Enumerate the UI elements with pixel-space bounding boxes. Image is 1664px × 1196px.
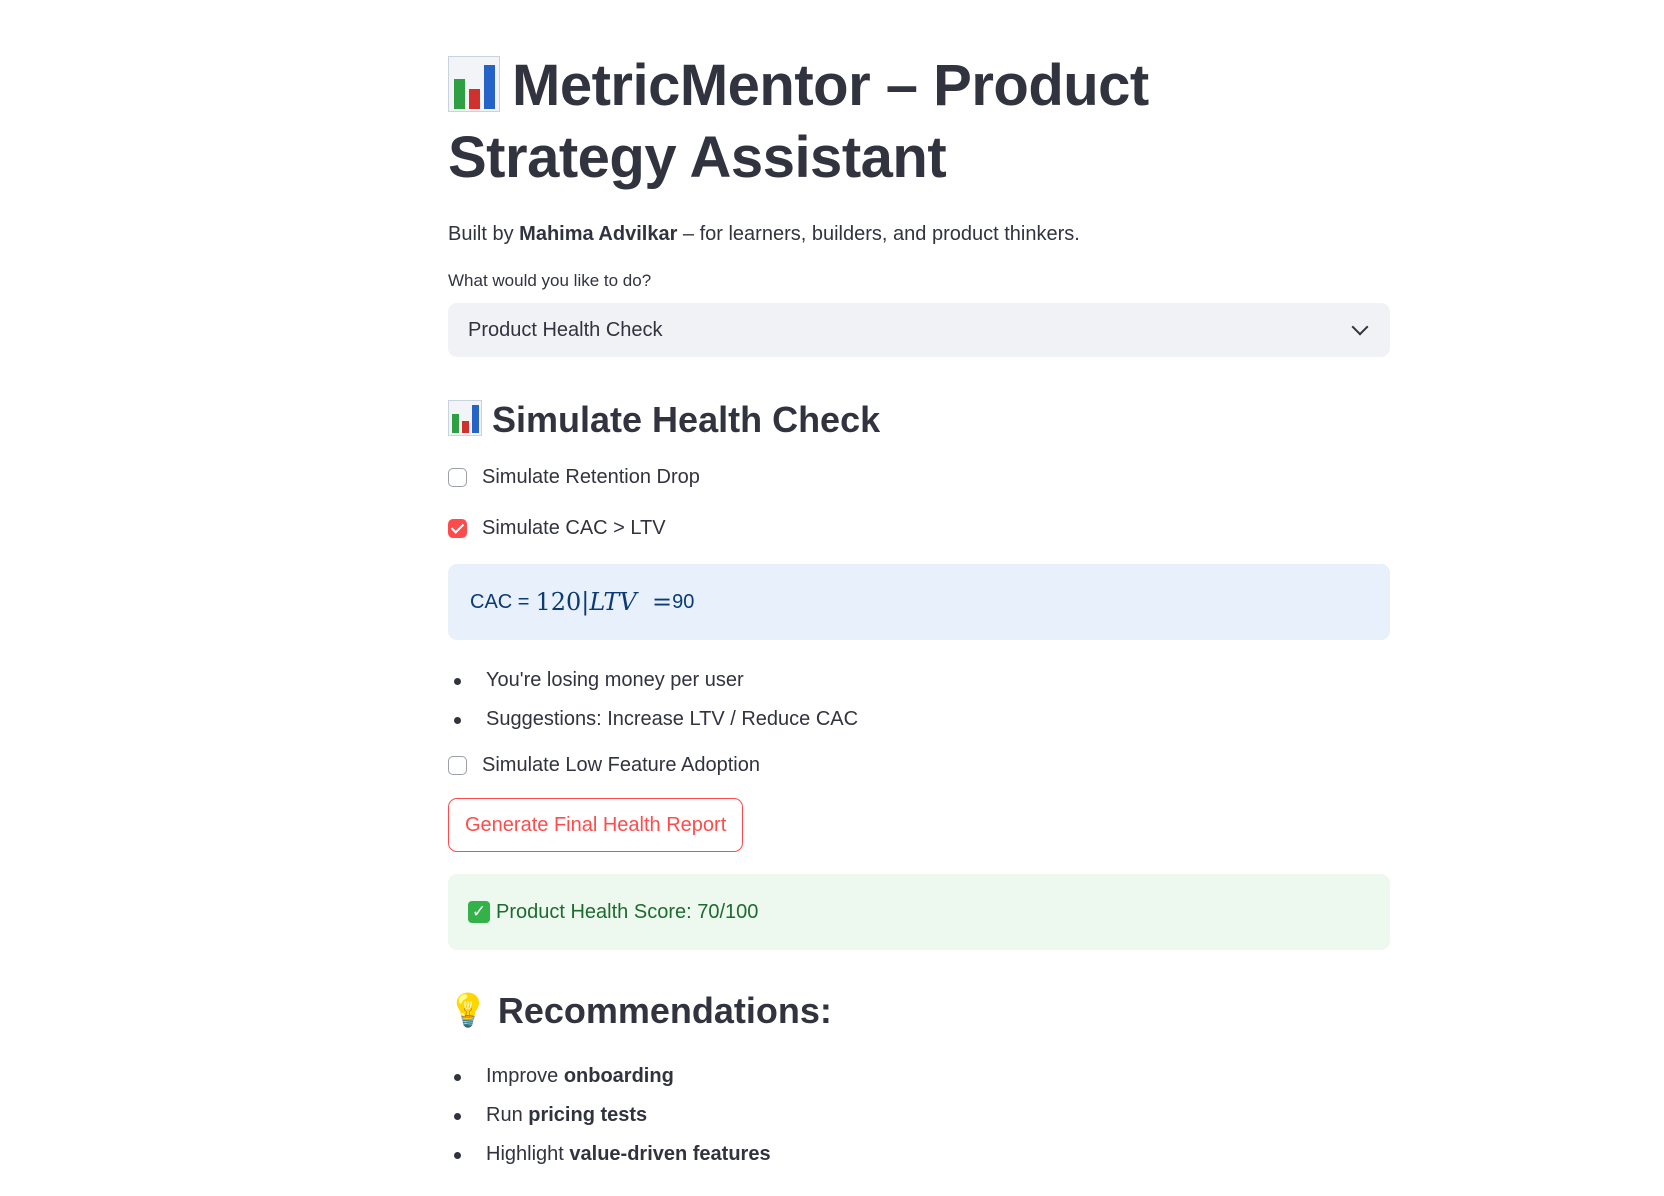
cac-prefix: CAC = — [470, 590, 530, 613]
list-item: Highlight value-driven features — [448, 1140, 1390, 1179]
author-credit: Built by Mahima Advilkar – for learners,… — [448, 220, 1390, 248]
page-title-text: MetricMentor – Product Strategy Assistan… — [448, 53, 1149, 190]
recommendations-heading-text: Recommendations: — [497, 990, 832, 1031]
cac-ltv-label: Simulate CAC > LTV — [482, 517, 666, 539]
bar-chart-icon — [448, 55, 500, 112]
recommendation-emphasis: value-driven features — [569, 1143, 771, 1166]
cac-ltv-insights: You're losing money per user Suggestions… — [448, 666, 1390, 744]
health-score-text: Product Health Score: 70/100 — [496, 900, 759, 923]
recommendation-emphasis: pricing tests — [528, 1104, 648, 1127]
author-credit-suffix: – for learners, builders, and product th… — [677, 223, 1080, 245]
retention-drop-checkbox[interactable]: Simulate Retention Drop — [448, 463, 1390, 491]
recommendation-prefix: Highlight — [486, 1143, 570, 1166]
low-adoption-label: Simulate Low Feature Adoption — [482, 754, 760, 776]
cac-value: 120 — [535, 588, 582, 616]
health-check-heading: Simulate Health Check — [448, 397, 1390, 443]
main-content: MetricMentor – Product Strategy Assistan… — [448, 50, 1390, 1179]
task-select[interactable]: Product Health Check — [448, 303, 1390, 357]
list-item: Run pricing tests — [448, 1101, 1390, 1140]
recommendations-list: Improve onboarding Run pricing tests Hig… — [448, 1062, 1390, 1179]
page-title: MetricMentor – Product Strategy Assistan… — [448, 50, 1390, 194]
checkbox-unchecked[interactable] — [448, 467, 467, 487]
cac-ltv-info-box: CAC = 120|LTV = 90 — [448, 564, 1390, 640]
list-item: Suggestions: Increase LTV / Reduce CAC — [448, 705, 1390, 744]
recommendation-emphasis: onboarding — [563, 1065, 674, 1088]
recommendation-prefix: Run — [486, 1104, 529, 1127]
checkbox-unchecked[interactable] — [448, 755, 467, 775]
author-name: Mahima Advilkar — [519, 223, 678, 245]
ltv-symbol: LTV — [589, 588, 637, 616]
bar-chart-icon — [448, 400, 482, 437]
health-score-alert: ✓ Product Health Score: 70/100 — [448, 874, 1390, 950]
cac-ltv-formula: 120|LTV = — [535, 588, 672, 616]
chevron-down-icon[interactable] — [1351, 318, 1369, 336]
checkbox-checked[interactable] — [448, 518, 467, 538]
task-select-value: Product Health Check — [468, 318, 663, 341]
low-adoption-checkbox[interactable]: Simulate Low Feature Adoption — [448, 751, 1390, 779]
formula-equals: = — [651, 588, 673, 616]
recommendation-prefix: Improve — [486, 1065, 564, 1088]
cac-ltv-checkbox[interactable]: Simulate CAC > LTV — [448, 514, 1390, 542]
ltv-value: 90 — [672, 590, 695, 613]
check-mark-icon: ✓ — [468, 901, 490, 923]
recommendations-heading: 💡 Recommendations: — [448, 988, 1390, 1036]
light-bulb-icon: 💡 — [448, 991, 488, 1030]
list-item: You're losing money per user — [448, 666, 1390, 705]
task-select-label: What would you like to do? — [448, 271, 652, 290]
retention-drop-label: Simulate Retention Drop — [482, 466, 700, 488]
health-check-heading-text: Simulate Health Check — [492, 399, 881, 440]
generate-report-button[interactable]: Generate Final Health Report — [448, 798, 744, 852]
list-item: Improve onboarding — [448, 1062, 1390, 1101]
author-credit-prefix: Built by — [448, 223, 520, 245]
